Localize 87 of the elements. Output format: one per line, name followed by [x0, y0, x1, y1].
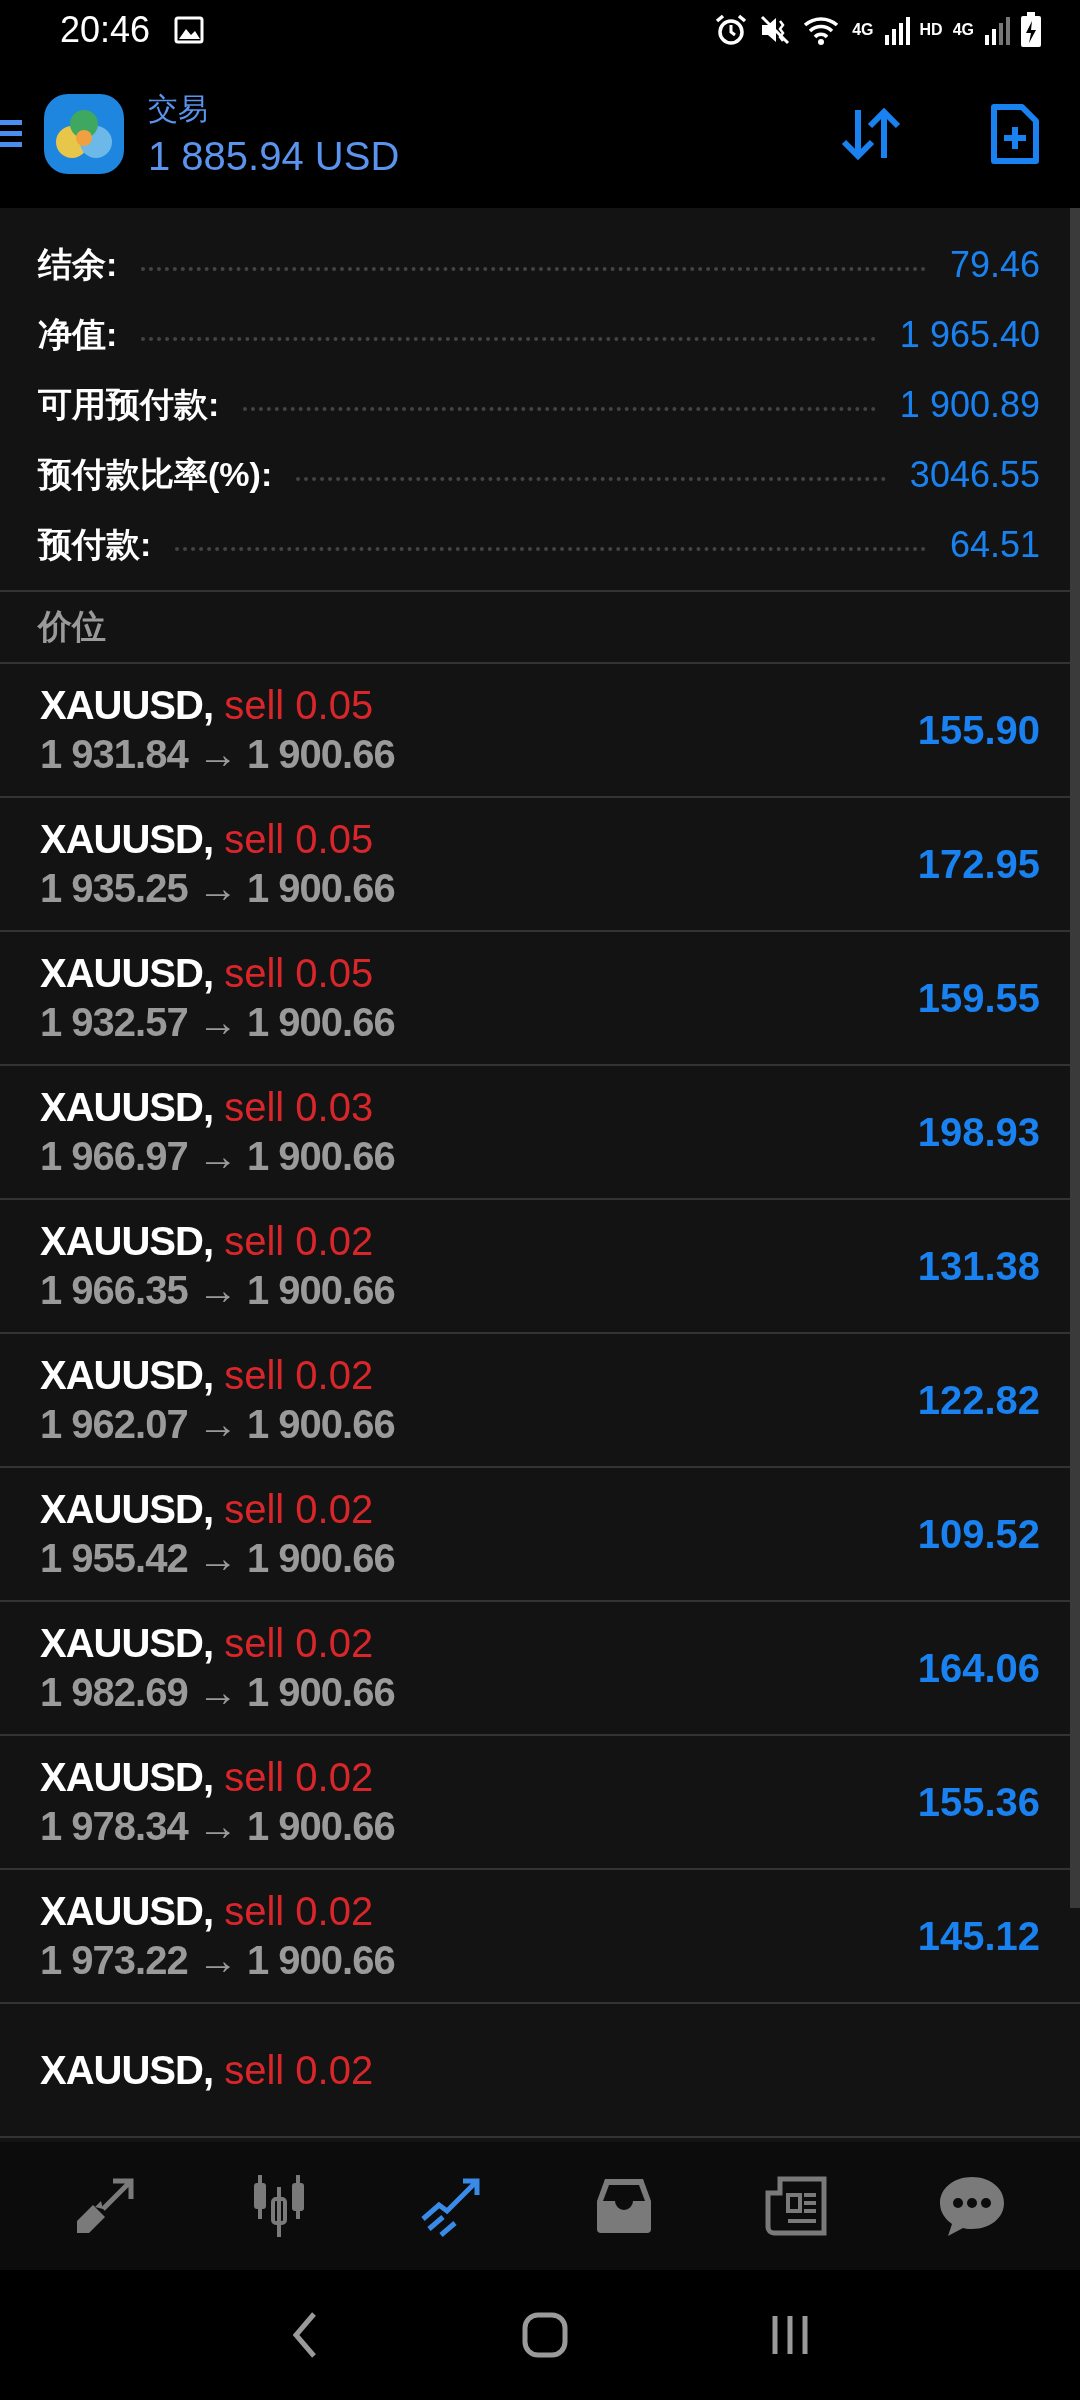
summary-value: 1 965.40: [899, 314, 1040, 356]
summary-label: 预付款:: [38, 524, 152, 565]
home-icon[interactable]: [521, 2311, 569, 2359]
signal-icon: [984, 15, 1010, 45]
order-side: sell 0.02: [224, 1487, 374, 1531]
open-price: 1 978.34: [40, 1804, 188, 1848]
order-side: sell 0.02: [224, 1755, 374, 1799]
symbol-label: XAUUSD,: [40, 2047, 214, 2092]
summary-value: 64.51: [949, 524, 1040, 566]
profit-value: 155.90: [917, 707, 1040, 753]
screen-title: 交易: [148, 91, 209, 127]
image-icon: [174, 16, 205, 44]
profit-value: 164.06: [917, 1645, 1040, 1691]
summary-label: 结余:: [38, 244, 118, 285]
order-side: sell 0.03: [224, 1085, 374, 1129]
status-time: 20:46: [60, 9, 151, 51]
arrow-glyph: →: [197, 1804, 237, 1848]
symbol-label: XAUUSD,: [40, 1085, 214, 1129]
arrow-glyph: →: [197, 1536, 237, 1580]
current-price: 1 900.66: [246, 1670, 395, 1714]
current-price: 1 900.66: [246, 732, 395, 776]
order-side: sell 0.05: [224, 683, 374, 727]
network-label: HD: [919, 21, 943, 39]
profit-value: 122.82: [917, 1377, 1040, 1423]
symbol-label: XAUUSD,: [40, 817, 214, 861]
arrow-glyph: →: [197, 866, 237, 910]
open-price: 1 932.57: [40, 1000, 188, 1044]
arrow-glyph: →: [197, 1938, 237, 1982]
arrow-glyph: →: [197, 1268, 237, 1312]
open-price: 1 973.22: [40, 1938, 188, 1982]
open-price: 1 931.84: [40, 732, 188, 776]
profit-value: 109.52: [917, 1511, 1040, 1557]
arrow-glyph: →: [197, 1670, 237, 1714]
symbol-label: XAUUSD,: [40, 1621, 214, 1665]
order-side: sell 0.02: [224, 1621, 374, 1665]
profit-value: 145.12: [917, 1913, 1040, 1959]
network-label: 4G: [852, 21, 874, 39]
battery-icon: [1020, 12, 1042, 48]
sort-icon[interactable]: [840, 106, 902, 162]
alarm-icon: [714, 13, 749, 47]
app-logo-icon: [42, 92, 126, 176]
current-price: 1 900.66: [246, 1804, 395, 1848]
current-price: 1 900.66: [246, 1402, 395, 1446]
arrow-glyph: →: [197, 732, 237, 776]
current-price: 1 900.66: [246, 1134, 395, 1178]
profit-value: 172.95: [917, 841, 1040, 887]
signal-icon: [883, 15, 910, 45]
summary-label: 可用预付款:: [38, 384, 220, 425]
arrow-glyph: →: [197, 1402, 237, 1446]
open-price: 1 962.07: [40, 1402, 188, 1446]
current-price: 1 900.66: [246, 1938, 395, 1982]
order-side: sell 0.02: [224, 1889, 374, 1933]
arrow-glyph: →: [197, 1134, 237, 1178]
account-balance: 1 885.94 USD: [148, 134, 400, 179]
order-side: sell 0.02: [224, 1353, 374, 1397]
open-price: 1 966.35: [40, 1268, 188, 1312]
summary-label: 净值:: [38, 314, 118, 355]
current-price: 1 900.66: [246, 866, 395, 910]
symbol-label: XAUUSD,: [40, 1487, 214, 1531]
open-price: 1 966.97: [40, 1134, 188, 1178]
open-price: 1 982.69: [40, 1670, 188, 1714]
current-price: 1 900.66: [246, 1536, 395, 1580]
profit-value: 159.55: [917, 975, 1040, 1021]
symbol-label: XAUUSD,: [40, 1353, 214, 1397]
order-side: sell 0.05: [224, 817, 374, 861]
network-label: 4G: [952, 21, 974, 39]
symbol-label: XAUUSD,: [40, 683, 214, 727]
symbol-label: XAUUSD,: [40, 1755, 214, 1799]
summary-value: 3046.55: [909, 454, 1040, 496]
open-price: 1 955.42: [40, 1536, 188, 1580]
symbol-label: XAUUSD,: [40, 951, 214, 995]
symbol-label: XAUUSD,: [40, 1889, 214, 1933]
profit-value: 131.38: [917, 1243, 1040, 1289]
symbol-label: XAUUSD,: [40, 1219, 214, 1263]
profit-value: 198.93: [917, 1109, 1040, 1155]
new-document-icon[interactable]: [990, 103, 1040, 165]
order-side: sell 0.05: [224, 951, 374, 995]
order-side: sell 0.02: [224, 1219, 374, 1263]
arrow-glyph: →: [197, 1000, 237, 1044]
current-price: 1 900.66: [246, 1268, 395, 1312]
current-price: 1 900.66: [246, 1000, 395, 1044]
summary-label: 预付款比率(%):: [38, 454, 273, 495]
open-price: 1 935.25: [40, 866, 188, 910]
summary-value: 1 900.89: [899, 384, 1040, 426]
summary-value: 79.46: [949, 244, 1040, 286]
profit-value: 155.36: [917, 1779, 1040, 1825]
order-side: sell 0.02: [224, 2047, 374, 2092]
